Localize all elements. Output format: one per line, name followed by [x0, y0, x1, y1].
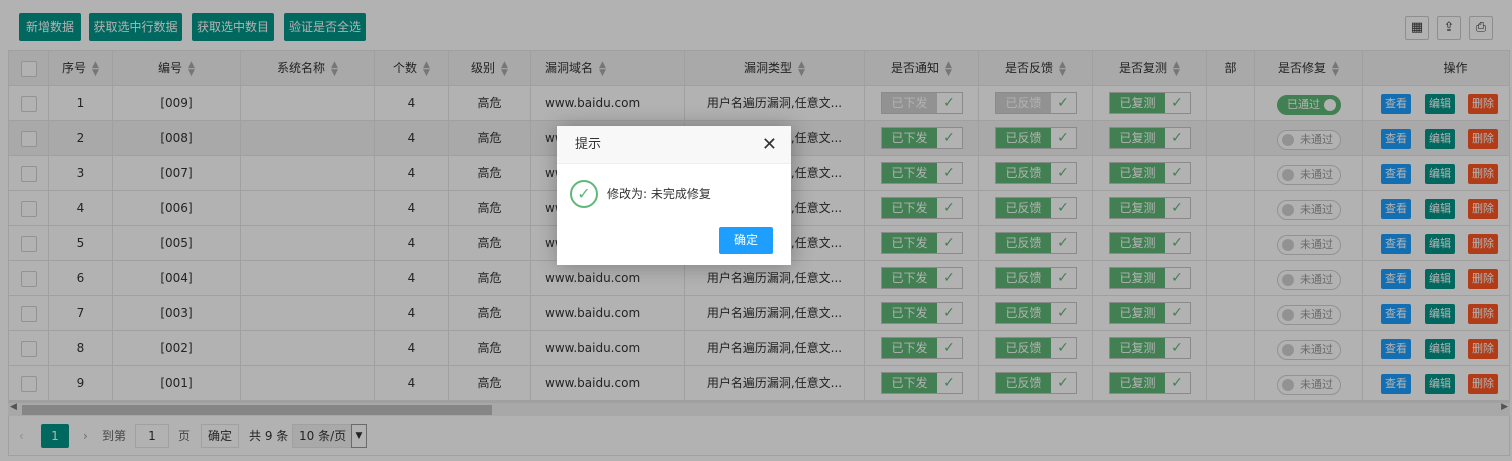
close-icon[interactable]: ✕ — [762, 126, 777, 164]
alert-dialog: 提示 ✕ ✓ 修改为: 未完成修复 确定 — [557, 126, 791, 265]
dialog-ok-button[interactable]: 确定 — [719, 227, 773, 254]
dialog-title: 提示 — [575, 137, 602, 152]
dialog-message: 修改为: 未完成修复 — [607, 187, 711, 201]
success-check-icon: ✓ — [570, 180, 598, 208]
dialog-header: 提示 ✕ — [557, 126, 791, 164]
